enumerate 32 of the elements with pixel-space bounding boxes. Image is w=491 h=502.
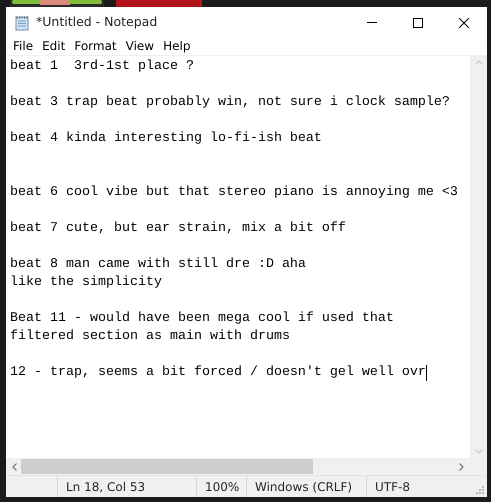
- minimize-icon: [367, 22, 377, 23]
- text-line: like the simplicity: [10, 274, 162, 292]
- maximize-icon: [413, 18, 423, 28]
- menu-item[interactable]: File: [11, 38, 40, 55]
- scroll-down-icon: [474, 449, 482, 454]
- status-text: UTF-8: [375, 478, 410, 496]
- text-line: beat 3 trap beat probably win, not sure i clock sample?: [10, 94, 450, 112]
- scroll-thumb[interactable]: [21, 459, 313, 474]
- status-text: Windows (CRLF): [255, 478, 352, 496]
- scroll-right-icon: [459, 462, 464, 470]
- menu-item[interactable]: Format: [72, 38, 124, 55]
- status-text: 100%: [205, 478, 240, 496]
- menu-item[interactable]: Help: [161, 38, 198, 55]
- text-line: beat 8 man came with still dre :D aha: [10, 256, 306, 274]
- notepad-icon: [14, 14, 30, 30]
- text-line: filtered section as main with drums: [10, 328, 290, 346]
- horizontal-scrollbar[interactable]: [6, 458, 470, 475]
- text-line: beat 6 cool vibe but that stereo piano is annoying me <3: [10, 184, 458, 202]
- scroll-left-icon: [12, 462, 17, 470]
- text-line: 12 - trap, seems a bit forced / doesn't gel well ovr: [10, 364, 426, 382]
- text-line: beat 1 3rd-1st place ?: [10, 58, 194, 76]
- status-text: Ln 18, Col 53: [66, 478, 146, 496]
- scroll-up-icon: [474, 60, 482, 65]
- text-line: beat 4 kinda interesting lo-fi-ish beat: [10, 130, 322, 148]
- window-title: *Untitled - Notepad: [36, 13, 158, 32]
- vertical-scrollbar[interactable]: [470, 56, 487, 458]
- resize-grip-icon[interactable]: [475, 485, 484, 494]
- close-icon: [459, 18, 469, 28]
- menu-item[interactable]: Edit: [40, 38, 72, 55]
- menu-item[interactable]: View: [124, 38, 162, 55]
- text-line: beat 7 cute, but ear strain, mix a bit off: [10, 220, 346, 238]
- text-line: Beat 11 - would have been mega cool if used that: [10, 310, 394, 328]
